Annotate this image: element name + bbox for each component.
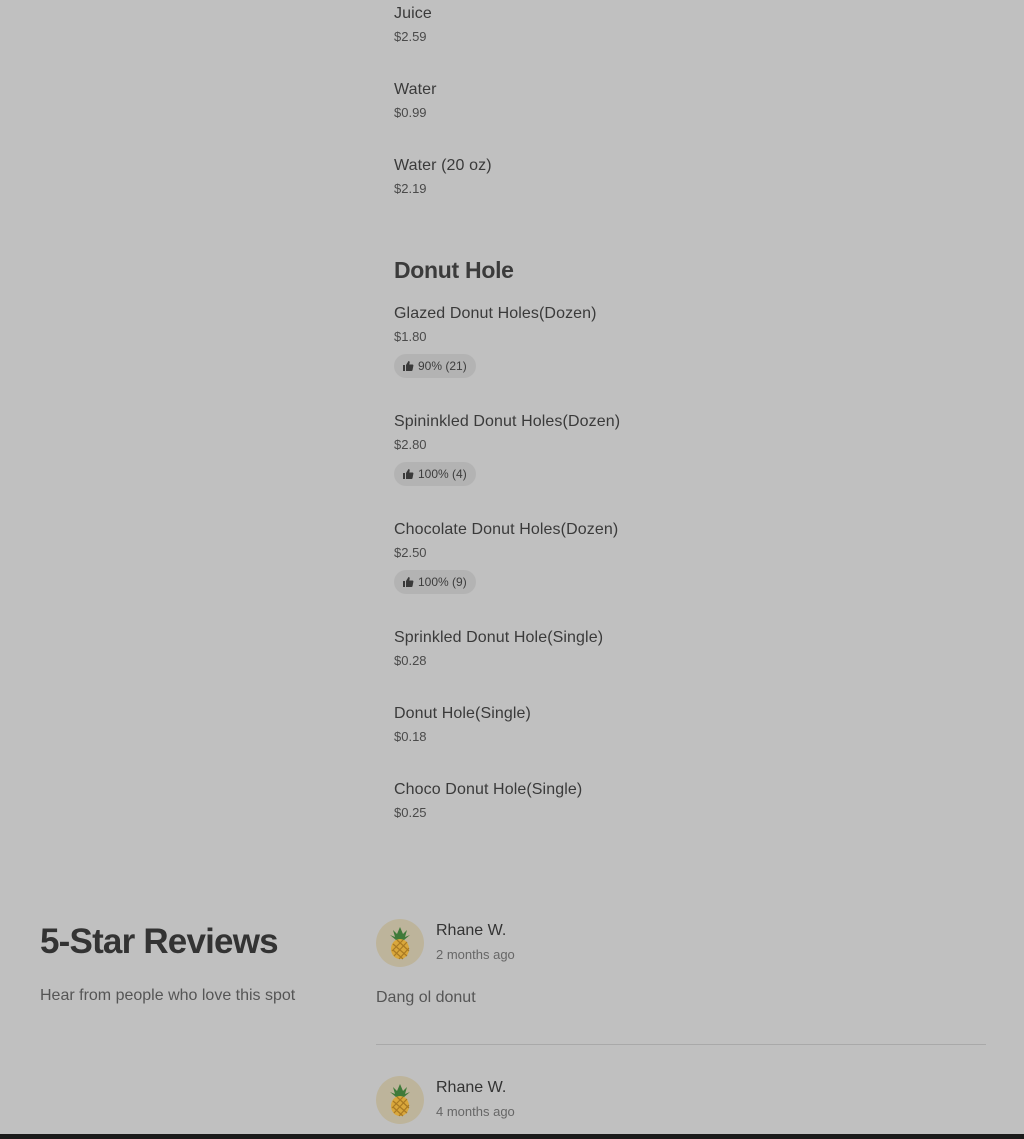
- item-name: Juice: [394, 5, 432, 22]
- avatar[interactable]: [376, 919, 424, 967]
- rating-badge: 100% (9): [394, 570, 476, 594]
- review-card: Rhane W. 4 months ago: [376, 1076, 986, 1136]
- review-time: 2 months ago: [436, 947, 515, 962]
- rating-text: 100% (9): [418, 575, 467, 589]
- review-divider: [376, 1044, 986, 1045]
- item-price: $0.18: [394, 729, 427, 744]
- review-card: Rhane W. 2 months ago Dang ol donut: [376, 919, 986, 1029]
- menu-item-spininkled-donut-holes-dozen[interactable]: Spininkled Donut Holes(Dozen) $2.80 100%…: [394, 412, 620, 486]
- thumbs-up-icon: [403, 469, 414, 479]
- menu-item-chocolate-donut-holes-dozen[interactable]: Chocolate Donut Holes(Dozen) $2.50 100% …: [394, 520, 618, 594]
- bottom-bar: [0, 1134, 1024, 1139]
- menu-item-donut-hole-single[interactable]: Donut Hole(Single) $0.18: [394, 704, 531, 745]
- menu-item-juice[interactable]: Juice $2.59: [394, 4, 432, 45]
- reviewer-name: Rhane W.: [436, 1079, 507, 1096]
- item-price: $0.99: [394, 105, 427, 120]
- rating-text: 90% (21): [418, 359, 467, 373]
- item-name: Choco Donut Hole(Single): [394, 781, 583, 798]
- menu-item-water-20oz[interactable]: Water (20 oz) $2.19: [394, 156, 492, 197]
- avatar[interactable]: [376, 1076, 424, 1124]
- reviews-header: 5-Star Reviews Hear from people who love…: [40, 922, 295, 1005]
- reviews-subtitle: Hear from people who love this spot: [40, 987, 296, 1004]
- rating-badge: 100% (4): [394, 462, 476, 486]
- item-price: $2.50: [394, 545, 427, 560]
- item-price: $2.59: [394, 29, 427, 44]
- review-time: 4 months ago: [436, 1104, 515, 1119]
- item-price: $2.80: [394, 437, 427, 452]
- review-text: Dang ol donut: [376, 989, 476, 1006]
- rating-text: 100% (4): [418, 467, 467, 481]
- reviews-title: 5-Star Reviews: [40, 922, 279, 961]
- menu-item-choco-donut-hole-single[interactable]: Choco Donut Hole(Single) $0.25: [394, 780, 582, 821]
- reviewer-name: Rhane W.: [436, 922, 507, 939]
- pineapple-icon: [390, 927, 410, 960]
- item-price: $2.19: [394, 181, 427, 196]
- menu-item-sprinkled-donut-hole-single[interactable]: Sprinkled Donut Hole(Single) $0.28: [394, 628, 603, 669]
- item-name: Water (20 oz): [394, 157, 492, 174]
- menu-item-glazed-donut-holes-dozen[interactable]: Glazed Donut Holes(Dozen) $1.80 90% (21): [394, 304, 597, 378]
- rating-badge: 90% (21): [394, 354, 476, 378]
- item-name: Spininkled Donut Holes(Dozen): [394, 413, 621, 430]
- menu-item-water[interactable]: Water $0.99: [394, 80, 437, 121]
- item-name: Chocolate Donut Holes(Dozen): [394, 521, 619, 538]
- item-name: Water: [394, 81, 437, 98]
- item-name: Sprinkled Donut Hole(Single): [394, 629, 604, 646]
- thumbs-up-icon: [403, 361, 414, 371]
- pineapple-icon: [390, 1084, 410, 1117]
- item-price: $1.80: [394, 329, 427, 344]
- item-name: Glazed Donut Holes(Dozen): [394, 305, 597, 322]
- section-title-donut-hole: Donut Hole: [394, 257, 514, 283]
- thumbs-up-icon: [403, 577, 414, 587]
- item-price: $0.28: [394, 653, 427, 668]
- item-name: Donut Hole(Single): [394, 705, 531, 722]
- item-price: $0.25: [394, 805, 427, 820]
